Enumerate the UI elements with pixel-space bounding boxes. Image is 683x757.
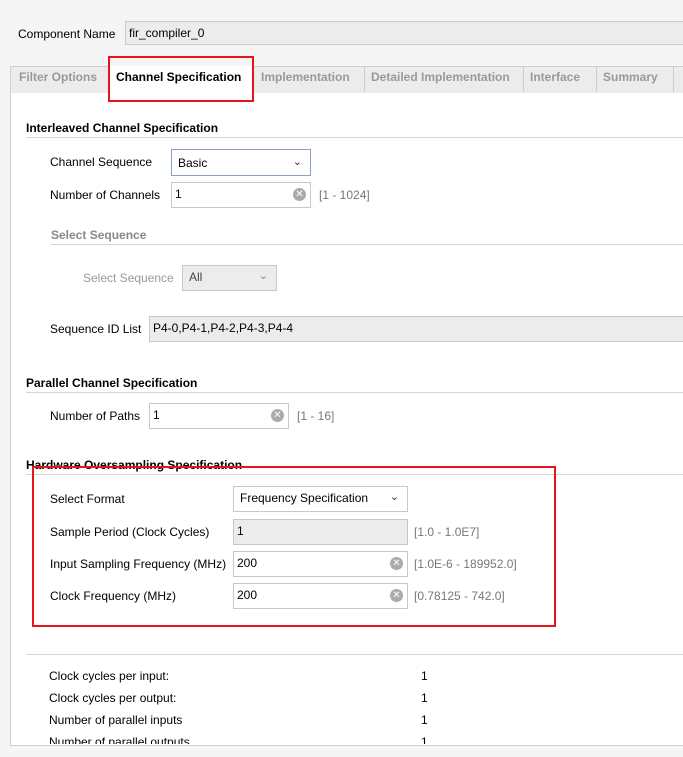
summary-label: Number of parallel inputs [49,713,183,727]
sequence-id-input[interactable]: P4-0,P4-1,P4-2,P4-3,P4-4 [149,316,683,342]
tab-separator [673,66,674,92]
summary-label: Clock cycles per input: [49,669,170,683]
clear-icon[interactable]: ✕ [271,409,284,422]
chevron-down-icon: ⌄ [292,156,302,168]
channel-sequence-value: Basic [178,156,208,170]
summary-clipped-row: Number of parallel outputs 1 [11,733,683,744]
summary-value: 1 [421,669,428,683]
highlight-box-tab [108,56,254,102]
interleaved-title: Interleaved Channel Specification [26,121,219,135]
paths-value: 1 [153,408,160,422]
clear-icon[interactable]: ✕ [293,188,306,201]
summary-label: Number of parallel outputs [49,735,190,744]
highlight-box-hardware [32,466,556,627]
channel-sequence-select[interactable]: Basic ⌄ [171,149,311,176]
divider [26,392,683,393]
component-name-input[interactable]: fir_compiler_0 [125,21,683,45]
summary-value: 1 [421,713,428,727]
paths-range: [1 - 16] [297,409,335,423]
tab-interface[interactable]: Interface [530,70,580,84]
summary-value: 1 [421,735,428,744]
component-name-label: Component Name [18,27,116,41]
sequence-id-label: Sequence ID List [50,322,142,336]
tab-implementation[interactable]: Implementation [261,70,350,84]
tab-summary[interactable]: Summary [603,70,658,84]
num-channels-input[interactable]: 1 ✕ [171,182,311,208]
select-sequence-label: Select Sequence [83,271,174,285]
divider [26,654,683,655]
chevron-down-icon: ⌄ [258,270,268,282]
num-channels-value: 1 [175,187,182,201]
tab-separator [364,66,365,92]
paths-label: Number of Paths [50,409,141,423]
parallel-title: Parallel Channel Specification [26,376,198,390]
num-channels-range: [1 - 1024] [319,188,370,202]
divider [26,137,683,138]
paths-input[interactable]: 1 ✕ [149,403,289,429]
tab-detailed-implementation[interactable]: Detailed Implementation [371,70,510,84]
channel-sequence-label: Channel Sequence [50,155,153,169]
tab-separator [596,66,597,92]
divider [51,244,683,245]
tab-separator [523,66,524,92]
summary-value: 1 [421,691,428,705]
select-sequence-value: All [189,270,203,284]
select-sequence-title: Select Sequence [51,228,147,242]
summary-label: Clock cycles per output: [49,691,177,705]
tab-filter-options[interactable]: Filter Options [19,70,97,84]
select-sequence-select[interactable]: All ⌄ [182,265,277,291]
num-channels-label: Number of Channels [50,188,161,202]
